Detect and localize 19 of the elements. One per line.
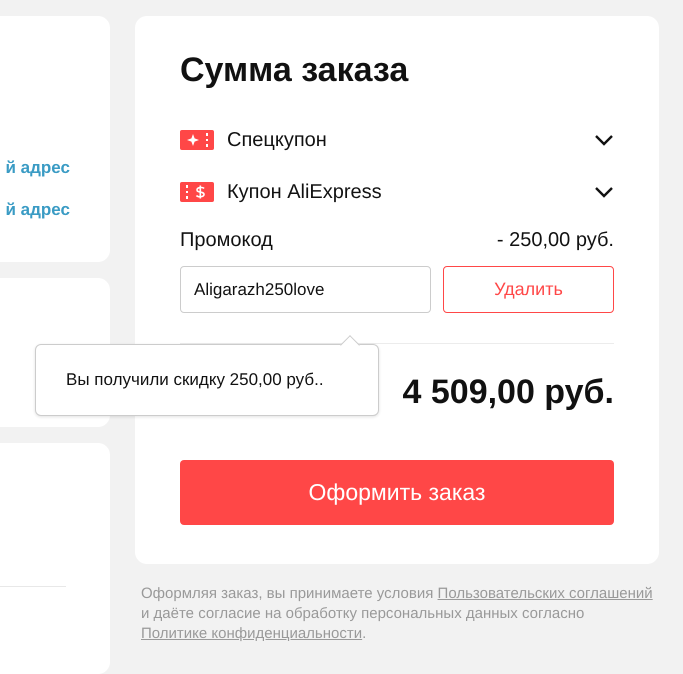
order-total: 4 509,00 руб. (402, 372, 614, 412)
address-link[interactable]: й адрес (6, 156, 70, 180)
legal-link[interactable]: Политике конфиденциальности (141, 625, 362, 642)
discount-amount: - 250,00 руб. (496, 228, 614, 253)
legal-link[interactable]: Пользовательских соглашений (438, 585, 653, 602)
sparkle-ticket-icon (180, 130, 214, 150)
address-link[interactable]: й адрес (6, 198, 70, 222)
checkout-button[interactable]: Оформить заказ (180, 460, 614, 525)
coupon-label[interactable]: Спецкупон (227, 128, 594, 152)
tooltip-text: Вы получили скидку 250,00 руб.. (66, 370, 324, 390)
summary-title: Сумма заказа (180, 50, 410, 91)
promo-code-field[interactable]: Aligarazh250love (180, 266, 431, 313)
coupon-label[interactable]: Купон AliExpress (227, 180, 594, 204)
chevron-icon[interactable] (594, 134, 614, 146)
promo-label: Промокод (180, 228, 273, 253)
dollar-ticket-icon (180, 182, 214, 202)
delete-button[interactable]: Удалить (443, 266, 614, 313)
legal-notice: Оформляя заказ, вы принимаете условия Пользовательских соглашений и даёте согласие на обработку персональных данных согласно Политике конфиденциальности. (141, 584, 653, 644)
chevron-icon[interactable] (594, 186, 614, 198)
